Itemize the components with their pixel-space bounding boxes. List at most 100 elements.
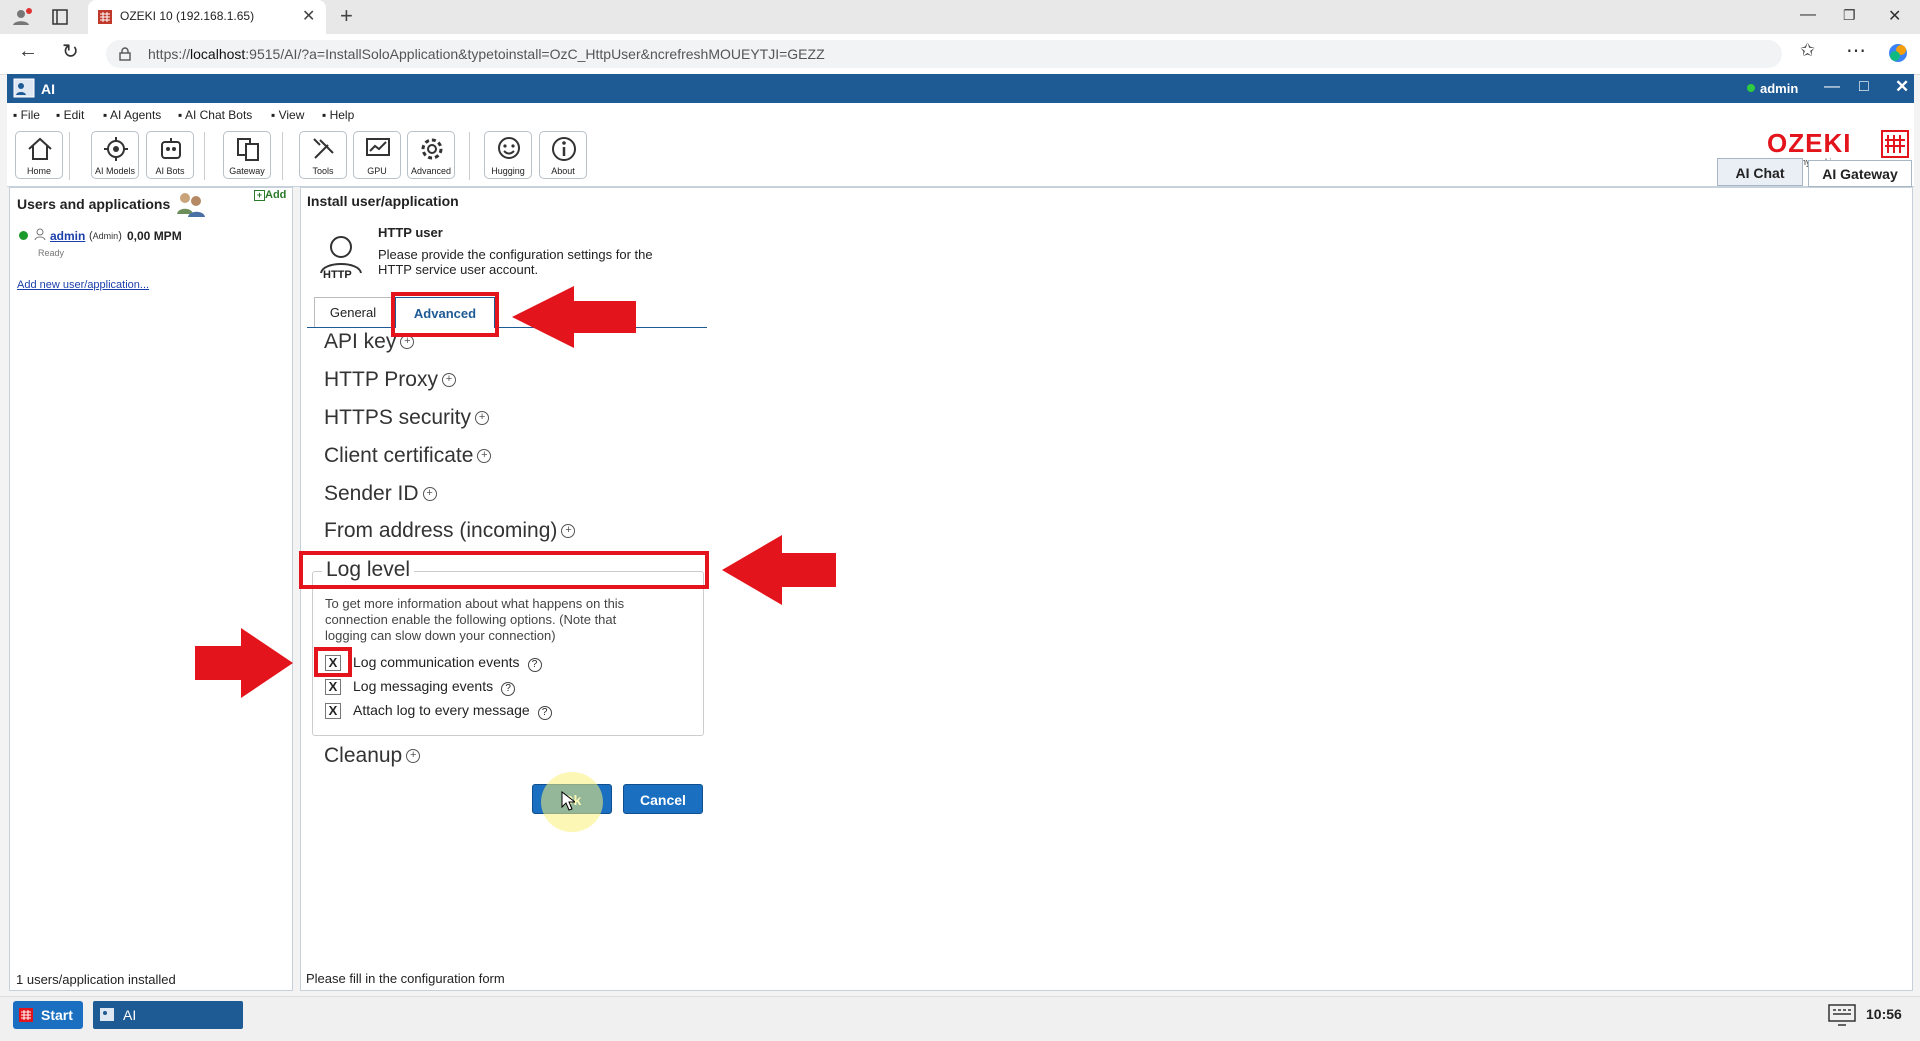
url-bar[interactable]: https://localhost:9515/AI/?a=InstallSolo… [106,40,1782,68]
log-description-line3: logging can slow down your connection) [325,628,556,643]
profile-icon[interactable] [12,8,32,26]
gpu-button[interactable]: GPU [353,131,401,179]
taskbar: Start AI 10:56 [0,996,1920,1041]
help-icon[interactable]: ? [501,682,516,696]
menu-help[interactable]: ▪ Help [322,108,354,122]
menu-ai-chat-bots[interactable]: ▪ AI Chat Bots [178,108,252,122]
more-options-icon[interactable]: ⋯ [1846,38,1866,63]
tab-ai-gateway[interactable]: AI Gateway [1808,160,1912,187]
expand-icon: + [475,411,490,426]
ai-app-icon [100,1008,114,1021]
annotation-arrow-left [722,535,836,605]
start-button[interactable]: Start [13,1001,83,1029]
log-description-line2: connection enable the following options.… [325,612,617,627]
copilot-icon[interactable] [1887,42,1909,64]
app-close-icon[interactable]: ✕ [1895,77,1909,97]
url-text: https://localhost:9515/AI/?a=InstallSolo… [148,46,825,62]
app-title-bar: AI admin — □ ✕ [7,74,1914,103]
user-rate: 0,00 MPM [127,229,182,243]
reload-icon[interactable]: ↻ [62,39,79,64]
browser-tab-bar: OZEKI 10 (192.168.1.65) ✕ + — ❐ ✕ [0,0,1920,34]
form-heading: HTTP user [378,225,443,240]
favorites-icon[interactable]: ✩ [1800,40,1815,61]
user-online-dot [19,231,28,240]
tools-icon [313,138,334,159]
users-panel: Users and applications + Add admin (Admin… [9,187,293,991]
users-count-footer: 1 users/application installed [16,972,176,987]
expand-icon: + [406,749,421,764]
keyboard-monitor-icon[interactable] [1828,1003,1856,1027]
site-info-icon[interactable] [118,47,132,61]
brand-name: OZEKI [1767,128,1852,158]
home-icon [28,137,52,160]
add-new-user-link[interactable]: Add new user/application... [17,279,149,291]
app-maximize-icon[interactable]: □ [1859,78,1869,96]
ai-bots-icon [161,138,181,159]
attach-log-checkbox[interactable]: X [325,703,341,719]
users-icon [177,193,205,217]
menu-ai-agents[interactable]: ▪ AI Agents [103,108,161,122]
help-icon[interactable]: ? [527,658,542,672]
log-messaging-label[interactable]: Log messaging events? [353,678,516,696]
annotation-arrow-left [512,286,636,348]
ozeki-grid-icon [1881,130,1909,158]
tab-ai-chat[interactable]: AI Chat [1717,158,1803,186]
expand-icon: + [561,524,576,539]
ai-models-button[interactable]: AI Models [91,131,139,179]
close-window-icon[interactable]: ✕ [1888,6,1901,26]
section-http-proxy[interactable]: HTTP Proxy + [324,368,456,392]
gateway-icon [237,138,259,161]
annotation-box-checkbox [314,647,352,677]
expand-icon: + [477,449,492,464]
hugging-button[interactable]: Hugging [484,131,532,179]
user-icon [34,228,46,241]
section-from-address[interactable]: From address (incoming) + [324,519,576,543]
user-link-admin[interactable]: admin [50,229,85,243]
taskbar-app-ai[interactable]: AI [93,1001,243,1029]
expand-icon: + [441,373,456,388]
new-tab-icon[interactable]: + [340,3,353,29]
tab-actions-icon[interactable] [52,9,68,25]
app-minimize-icon[interactable]: — [1824,78,1840,96]
gateway-button[interactable]: Gateway [223,131,271,179]
section-client-certificate[interactable]: Client certificate + [324,444,492,468]
log-communication-label[interactable]: Log communication events? [353,654,542,672]
http-icon-label: HTTP [323,269,352,281]
cancel-button[interactable]: Cancel [623,784,703,814]
mouse-cursor-icon [561,791,575,811]
home-button[interactable]: Home [15,131,63,179]
back-icon[interactable]: ← [18,40,38,63]
menu-view[interactable]: ▪ View [271,108,304,122]
section-https-security[interactable]: HTTPS security + [324,406,490,430]
ai-models-icon [104,137,128,161]
menu-edit[interactable]: ▪ Edit [56,108,84,122]
expand-icon: + [400,335,415,350]
restore-window-icon[interactable]: ❐ [1843,7,1856,24]
tab-general[interactable]: General [314,297,392,327]
advanced-button[interactable]: Advanced [407,131,455,179]
ozeki-favicon [98,10,112,24]
hugging-face-icon [498,137,520,159]
app-title: AI [41,81,55,97]
help-icon[interactable]: ? [537,706,552,720]
add-user-button[interactable]: + Add [254,189,286,201]
browser-tab[interactable]: OZEKI 10 (192.168.1.65) ✕ [88,0,326,34]
tab-close-icon[interactable]: ✕ [302,6,315,26]
gpu-icon [366,138,390,156]
minimize-window-icon[interactable]: — [1800,6,1816,24]
log-messaging-checkbox[interactable]: X [325,679,341,695]
ai-app-icon [13,78,35,98]
about-button[interactable]: About [539,131,587,179]
user-status: Ready [38,248,65,258]
section-cleanup[interactable]: Cleanup + [324,744,421,768]
tools-button[interactable]: Tools [299,131,347,179]
info-icon [552,137,576,161]
logged-in-user[interactable]: admin [1760,81,1798,96]
form-description-line1: Please provide the configuration setting… [378,247,653,262]
online-status-dot [1747,84,1755,92]
ai-bots-button[interactable]: AI Bots [146,131,194,179]
section-sender-id[interactable]: Sender ID + [324,482,437,506]
attach-log-label[interactable]: Attach log to every message? [353,702,552,720]
menu-file[interactable]: ▪ File [13,108,40,122]
annotation-arrow-right [195,628,293,698]
